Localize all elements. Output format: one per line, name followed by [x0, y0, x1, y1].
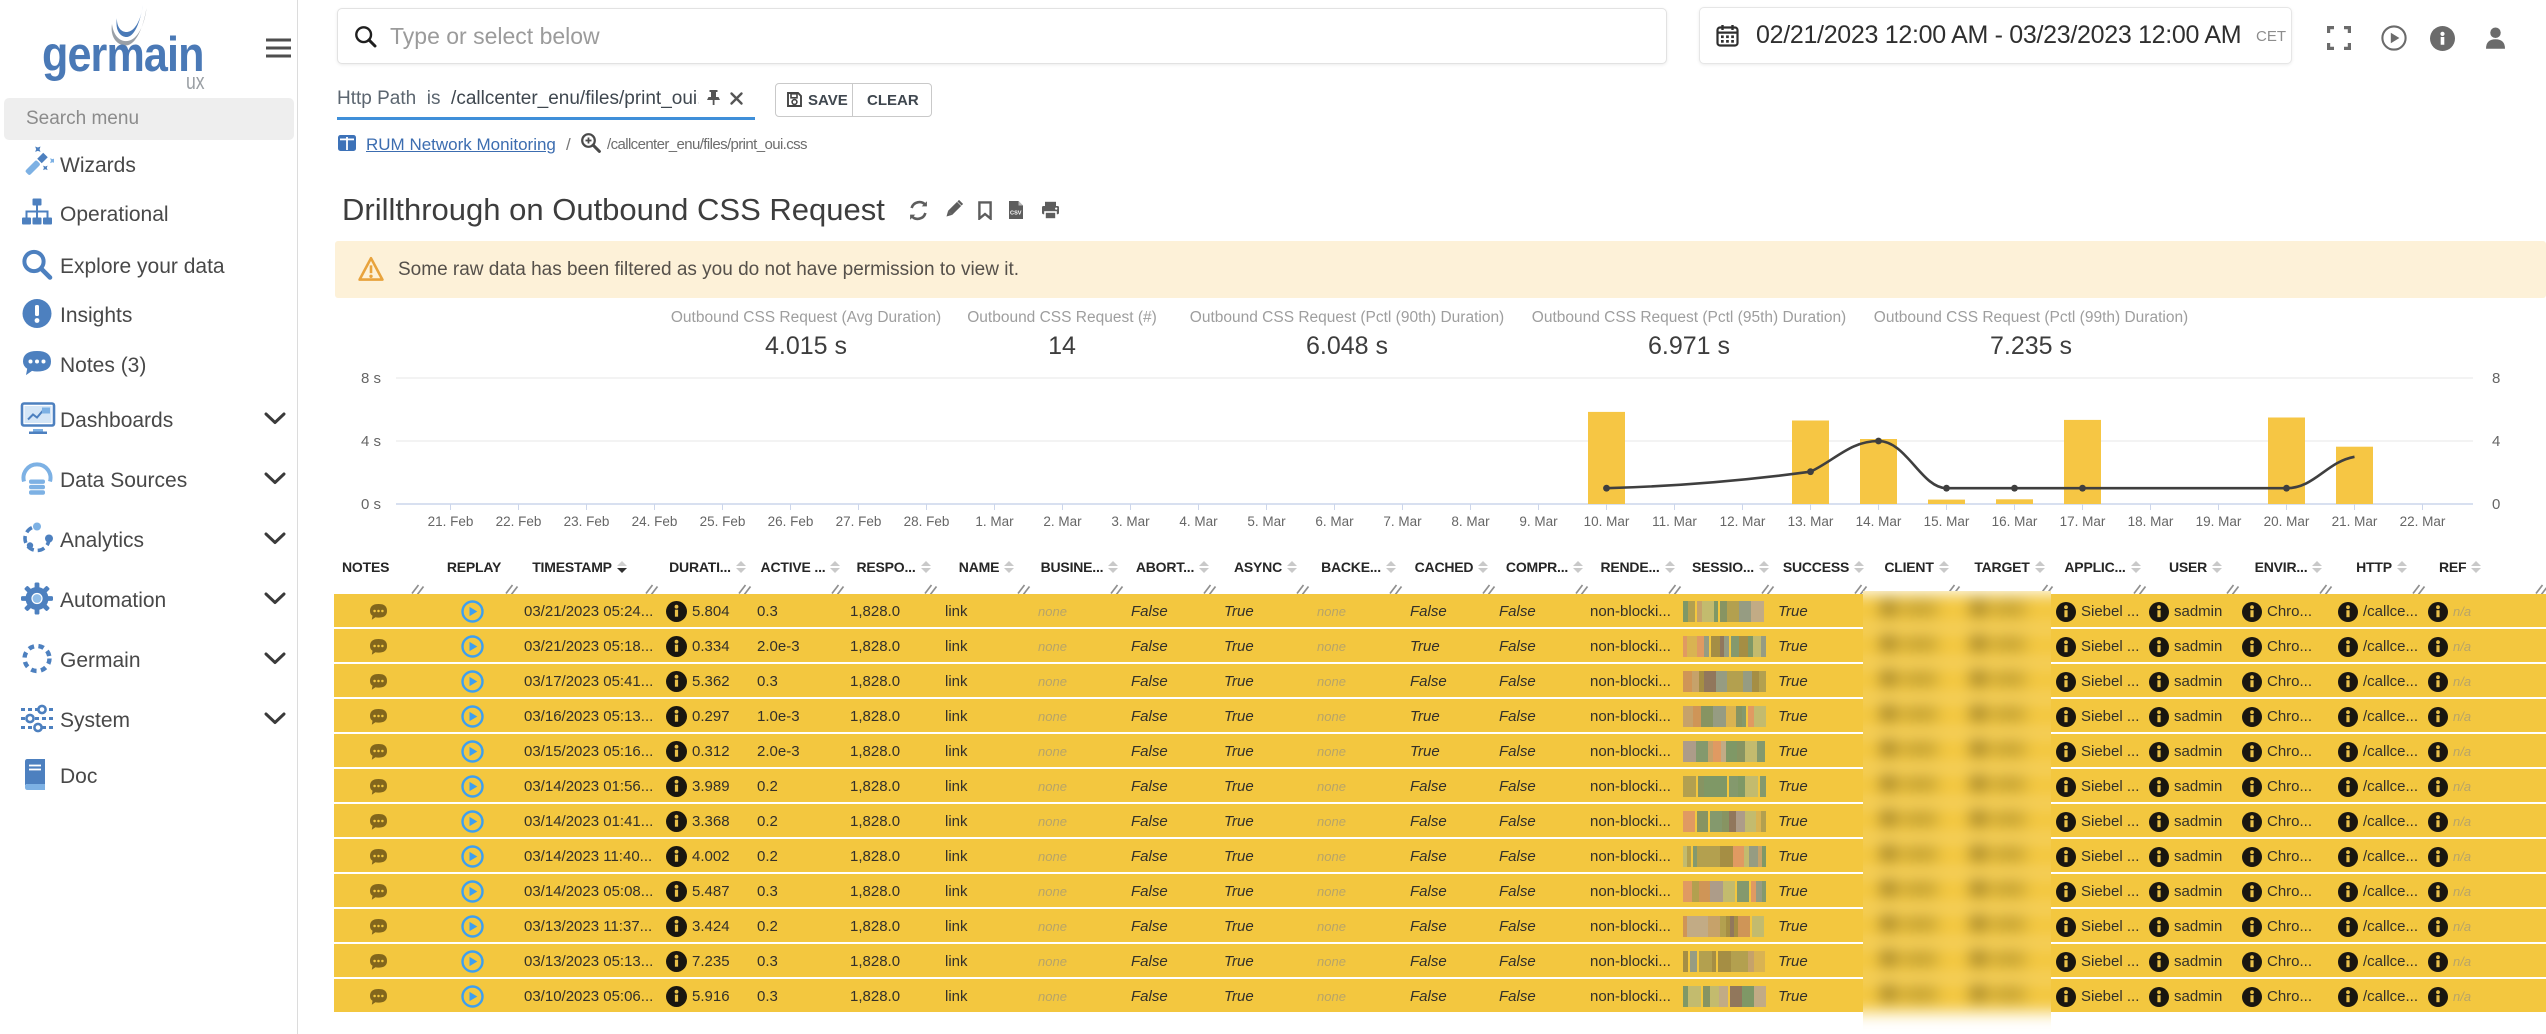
svg-text:21. Feb: 21. Feb: [428, 514, 474, 529]
svg-text:26. Feb: 26. Feb: [768, 514, 814, 529]
svg-text:10. Mar: 10. Mar: [1584, 514, 1630, 529]
svg-text:18. Mar: 18. Mar: [2128, 514, 2174, 529]
svg-text:11. Mar: 11. Mar: [1652, 514, 1697, 529]
svg-text:8 s: 8 s: [361, 370, 381, 387]
svg-text:2. Mar: 2. Mar: [1043, 514, 1082, 529]
svg-text:15. Mar: 15. Mar: [1924, 514, 1970, 529]
svg-text:21. Mar: 21. Mar: [2332, 514, 2378, 529]
svg-text:19. Mar: 19. Mar: [2196, 514, 2242, 529]
svg-text:13. Mar: 13. Mar: [1788, 514, 1834, 529]
svg-text:9. Mar: 9. Mar: [1519, 514, 1558, 529]
svg-text:6. Mar: 6. Mar: [1315, 514, 1354, 529]
svg-text:12. Mar: 12. Mar: [1720, 514, 1766, 529]
svg-text:20. Mar: 20. Mar: [2264, 514, 2310, 529]
svg-text:7. Mar: 7. Mar: [1383, 514, 1422, 529]
svg-text:16. Mar: 16. Mar: [1992, 514, 2038, 529]
svg-text:1. Mar: 1. Mar: [975, 514, 1014, 529]
svg-text:14. Mar: 14. Mar: [1856, 514, 1902, 529]
svg-text:23. Feb: 23. Feb: [564, 514, 610, 529]
svg-text:22. Mar: 22. Mar: [2400, 514, 2446, 529]
svg-text:28. Feb: 28. Feb: [904, 514, 950, 529]
svg-text:4. Mar: 4. Mar: [1179, 514, 1218, 529]
svg-text:5. Mar: 5. Mar: [1247, 514, 1286, 529]
svg-text:27. Feb: 27. Feb: [836, 514, 882, 529]
svg-text:22. Feb: 22. Feb: [496, 514, 542, 529]
svg-text:17. Mar: 17. Mar: [2060, 514, 2106, 529]
svg-text:8. Mar: 8. Mar: [1451, 514, 1490, 529]
svg-text:25. Feb: 25. Feb: [700, 514, 746, 529]
svg-text:4: 4: [2492, 433, 2500, 450]
svg-text:4 s: 4 s: [361, 433, 381, 450]
svg-text:0: 0: [2492, 496, 2500, 513]
svg-text:3. Mar: 3. Mar: [1111, 514, 1150, 529]
svg-text:CSV: CSV: [1010, 211, 1022, 217]
svg-text:0 s: 0 s: [361, 496, 381, 513]
svg-text:8: 8: [2492, 370, 2500, 387]
svg-text:24. Feb: 24. Feb: [632, 514, 678, 529]
